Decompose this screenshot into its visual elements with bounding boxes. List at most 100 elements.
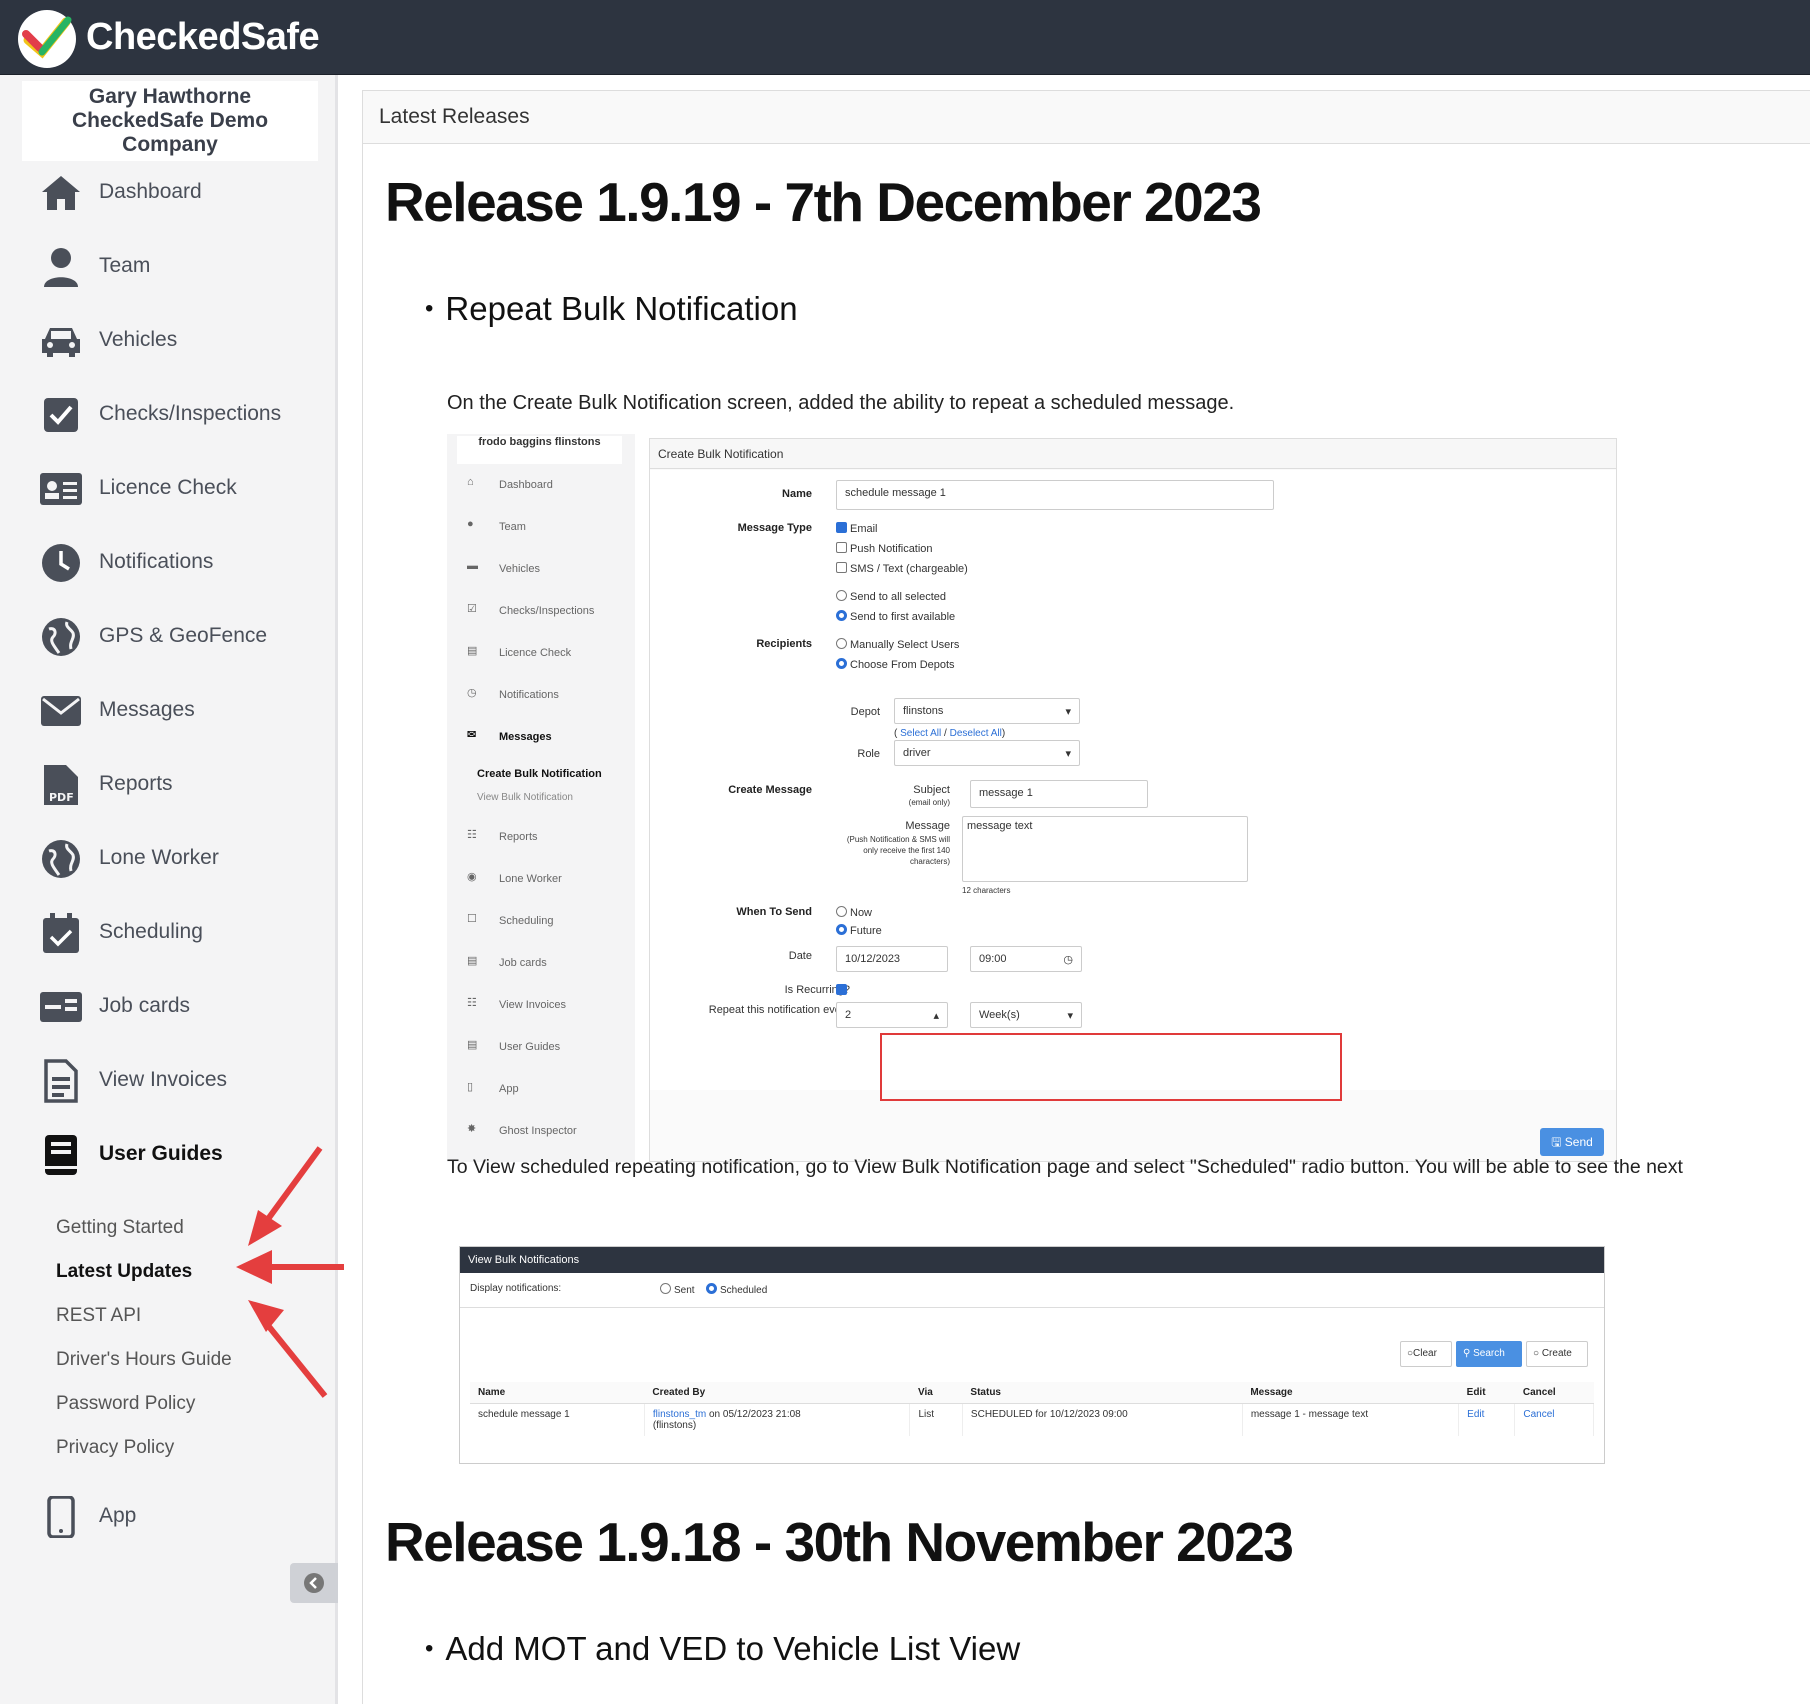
id-card-icon bbox=[36, 467, 86, 511]
role-select[interactable]: driver ▾ bbox=[894, 740, 1080, 766]
main-content: Latest Releases Release 1.9.19 - 7th Dec… bbox=[362, 90, 1810, 1704]
clear-button[interactable]: ○Clear bbox=[1400, 1341, 1452, 1367]
depot-label: Depot bbox=[850, 706, 880, 718]
sidebar-item-app[interactable]: App bbox=[0, 1487, 338, 1547]
send-all-radio[interactable]: Send to all selected bbox=[836, 590, 946, 603]
arrow-left-circle-icon bbox=[304, 1573, 324, 1593]
sidebar-item-gps[interactable]: GPS & GeoFence bbox=[0, 607, 338, 667]
display-label: Display notifications: bbox=[470, 1283, 562, 1294]
sidebar-item-lone-worker[interactable]: Lone Worker bbox=[0, 829, 338, 889]
sidebar-item-dashboard[interactable]: Dashboard bbox=[0, 163, 338, 223]
manual-select-radio[interactable]: Manually Select Users bbox=[836, 638, 959, 651]
subnav-password-policy[interactable]: Password Policy bbox=[56, 1393, 195, 1415]
is-recurring-checkbox[interactable] bbox=[836, 984, 850, 997]
sidebar-item-job-cards[interactable]: Job cards bbox=[0, 977, 338, 1037]
feature-heading: • Repeat Bulk Notification bbox=[425, 290, 798, 327]
top-bar: CheckedSafe bbox=[0, 0, 1810, 75]
send-first-radio[interactable]: Send to first available bbox=[836, 610, 955, 623]
subject-input[interactable]: message 1 bbox=[970, 780, 1148, 808]
sidebar-item-vehicles[interactable]: Vehicles bbox=[0, 311, 338, 371]
mini-nav-item: ▯ App bbox=[467, 1081, 519, 1095]
mini-sidebar: frodo baggins flinstons ⌂ Dashboard ● Team… bbox=[447, 434, 635, 1162]
sidebar-item-view-invoices[interactable]: View Invoices bbox=[0, 1051, 338, 1111]
send-button[interactable]: 🖫 Send bbox=[1540, 1128, 1604, 1156]
screenshot-view-bulk-notifications: View Bulk Notifications Display notifica… bbox=[459, 1246, 1605, 1464]
time-input[interactable]: 09:00 ◷ bbox=[970, 946, 1082, 972]
user-icon bbox=[36, 245, 86, 289]
mini-nav-item: ◷ Notifications bbox=[467, 687, 559, 701]
sidebar-item-label: Job cards bbox=[99, 994, 191, 1017]
email-checkbox[interactable]: Email bbox=[836, 522, 878, 535]
app-name[interactable]: CheckedSafe bbox=[86, 16, 320, 59]
repeat-label: Repeat this notification every bbox=[708, 1004, 850, 1016]
char-count: 12 characters bbox=[962, 886, 1011, 895]
mini-user-name: frodo baggins flinstons bbox=[457, 436, 622, 464]
name-input[interactable]: schedule message 1 bbox=[836, 480, 1274, 510]
subnav-latest-updates[interactable]: Latest Updates bbox=[56, 1261, 192, 1283]
sidebar-item-scheduling[interactable]: Scheduling bbox=[0, 903, 338, 963]
mini-nav-item: ▬ Vehicles bbox=[467, 560, 540, 575]
form-body: Name schedule message 1 Message Type Ema… bbox=[650, 470, 1616, 1090]
sms-checkbox[interactable]: SMS / Text (chargeable) bbox=[836, 562, 968, 575]
shot2-title: View Bulk Notifications bbox=[460, 1247, 1604, 1273]
when-to-send-label: When To Send bbox=[736, 906, 812, 918]
book-icon bbox=[36, 1133, 86, 1177]
envelope-icon bbox=[36, 689, 86, 733]
mini-nav-item: ▤ Job cards bbox=[467, 955, 547, 969]
mini-nav-subitem: View Bulk Notification bbox=[477, 792, 573, 803]
search-button[interactable]: ⚲ Search bbox=[1456, 1341, 1522, 1367]
future-radio[interactable]: Future bbox=[836, 924, 882, 937]
sidebar-item-label: View Invoices bbox=[99, 1068, 228, 1091]
is-recurring-label: Is Recurring? bbox=[784, 984, 850, 996]
subject-label: Subject bbox=[913, 784, 950, 796]
subnav-getting-started[interactable]: Getting Started bbox=[56, 1217, 184, 1239]
sidebar-item-licence-check[interactable]: Licence Check bbox=[0, 459, 338, 519]
svg-text:PDF: PDF bbox=[49, 791, 74, 804]
subnav-drivers-hours-guide[interactable]: Driver's Hours Guide bbox=[56, 1349, 232, 1371]
table-header-row: Name Created By Via Status Message Edit … bbox=[470, 1382, 1594, 1404]
sidebar-item-label: Licence Check bbox=[99, 476, 237, 499]
view-scheduled-description: To View scheduled repeating notification… bbox=[447, 1156, 1683, 1178]
recipients-label: Recipients bbox=[756, 638, 812, 650]
cancel-link[interactable]: Cancel bbox=[1523, 1409, 1554, 1420]
role-label: Role bbox=[857, 748, 880, 760]
date-input[interactable]: 10/12/2023 bbox=[836, 946, 948, 972]
sidebar-item-team[interactable]: Team bbox=[0, 237, 338, 297]
subject-note: (email only) bbox=[908, 798, 950, 807]
release-title: Release 1.9.19 - 7th December 2023 bbox=[385, 171, 1262, 233]
sidebar-item-label: GPS & GeoFence bbox=[99, 624, 268, 647]
collapse-sidebar-button[interactable] bbox=[290, 1563, 338, 1603]
message-note: (Push Notification & SMS will only recei… bbox=[846, 835, 950, 866]
col-header: Status bbox=[962, 1382, 1243, 1404]
repeat-unit-select[interactable]: Week(s) ▾ bbox=[970, 1002, 1082, 1028]
message-textarea[interactable]: message text bbox=[962, 816, 1248, 882]
company-name: Gary Hawthorne CheckedSafe Demo Company bbox=[22, 81, 318, 161]
message-label: Message bbox=[905, 820, 950, 832]
sidebar-item-label: Dashboard bbox=[99, 180, 202, 203]
sidebar-item-label: App bbox=[99, 1504, 137, 1527]
create-button[interactable]: ○ Create bbox=[1526, 1341, 1588, 1367]
sidebar-item-notifications[interactable]: Notifications bbox=[0, 533, 338, 593]
now-radio[interactable]: Now bbox=[836, 906, 872, 919]
subnav-rest-api[interactable]: REST API bbox=[56, 1305, 141, 1327]
repeat-count-input[interactable]: 2 ▴ bbox=[836, 1002, 948, 1028]
depot-select[interactable]: flinstons ▾ bbox=[894, 698, 1080, 724]
mini-nav-item: ◉ Lone Worker bbox=[467, 871, 562, 885]
deselect-all-link[interactable]: Deselect All bbox=[950, 728, 1002, 739]
push-checkbox[interactable]: Push Notification bbox=[836, 542, 933, 555]
checkedsafe-logo-icon[interactable] bbox=[16, 8, 78, 70]
sent-radio[interactable]: Sent bbox=[660, 1283, 695, 1296]
choose-depots-radio[interactable]: Choose From Depots bbox=[836, 658, 955, 671]
sidebar: Gary Hawthorne CheckedSafe Demo Company … bbox=[0, 75, 338, 1704]
subnav-privacy-policy[interactable]: Privacy Policy bbox=[56, 1437, 174, 1459]
scheduled-radio[interactable]: Scheduled bbox=[706, 1283, 767, 1296]
creator-link[interactable]: flinstons_tm bbox=[653, 1409, 706, 1420]
car-icon bbox=[36, 319, 86, 363]
name-label: Name bbox=[782, 488, 812, 500]
sidebar-item-reports[interactable]: PDF Reports bbox=[0, 755, 338, 815]
edit-link[interactable]: Edit bbox=[1467, 1409, 1484, 1420]
sidebar-item-checks[interactable]: Checks/Inspections bbox=[0, 385, 338, 445]
select-all-link[interactable]: Select All bbox=[900, 728, 941, 739]
sidebar-item-messages[interactable]: Messages bbox=[0, 681, 338, 741]
mini-nav-item: ✸ Ghost Inspector bbox=[467, 1123, 577, 1137]
